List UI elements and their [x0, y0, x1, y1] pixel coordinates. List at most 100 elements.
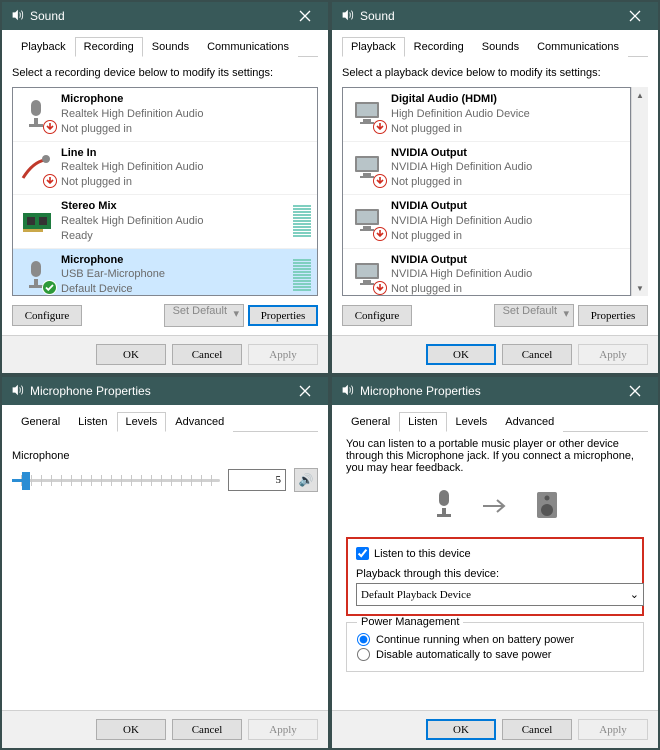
properties-button[interactable]: Properties	[578, 305, 648, 326]
tab-levels[interactable]: Levels	[117, 412, 167, 432]
set-default-dropdown[interactable]: Set Default	[494, 304, 574, 327]
mic-levels-window: Microphone PropertiesGeneralListenLevels…	[0, 375, 330, 750]
close-button[interactable]	[288, 377, 328, 405]
device-name: Digital Audio (HDMI)	[391, 92, 624, 107]
dialog-buttons: OKCancelApply	[332, 710, 658, 748]
tab-levels[interactable]: Levels	[447, 412, 497, 432]
device-item[interactable]: Line InRealtek High Definition AudioNot …	[13, 142, 317, 196]
cancel-button[interactable]: Cancel	[502, 719, 572, 740]
ok-button[interactable]: OK	[426, 719, 496, 740]
device-sub: High Definition Audio Device	[391, 107, 624, 122]
tab-advanced[interactable]: Advanced	[166, 412, 233, 432]
scroll-up[interactable]: ▲	[632, 87, 648, 103]
tab-row: PlaybackRecordingSoundsCommunications	[342, 36, 648, 57]
tab-row: PlaybackRecordingSoundsCommunications	[12, 36, 318, 57]
level-meter	[293, 205, 311, 237]
device-item[interactable]: NVIDIA OutputNVIDIA High Definition Audi…	[343, 195, 630, 249]
cancel-button[interactable]: Cancel	[172, 719, 242, 740]
tab-advanced[interactable]: Advanced	[496, 412, 563, 432]
volume-value[interactable]	[228, 469, 286, 491]
tab-row: GeneralListenLevelsAdvanced	[12, 411, 318, 432]
properties-button[interactable]: Properties	[248, 305, 318, 326]
device-item[interactable]: MicrophoneUSB Ear-MicrophoneDefault Devi…	[13, 249, 317, 296]
device-diagram	[346, 488, 644, 527]
device-item[interactable]: MicrophoneRealtek High Definition AudioN…	[13, 88, 317, 142]
arrow-icon	[481, 497, 511, 518]
device-sub: Realtek High Definition Audio	[61, 107, 311, 122]
device-item[interactable]: Stereo MixRealtek High Definition AudioR…	[13, 195, 317, 249]
device-item[interactable]: Digital Audio (HDMI)High Definition Audi…	[343, 88, 630, 142]
mute-button[interactable]: 🔊	[294, 468, 318, 492]
device-buttons: Configure Set DefaultProperties	[342, 296, 648, 335]
tab-sounds[interactable]: Sounds	[143, 37, 198, 57]
device-name: Stereo Mix	[61, 199, 293, 214]
device-item[interactable]: NVIDIA OutputNVIDIA High Definition Audi…	[343, 142, 630, 196]
mic-icon	[429, 488, 459, 527]
linein-icon	[19, 150, 55, 186]
volume-slider[interactable]	[12, 479, 220, 482]
ok-button[interactable]: OK	[426, 344, 496, 365]
set-default-dropdown[interactable]: Set Default	[164, 304, 244, 327]
slider-label: Microphone	[12, 450, 318, 462]
device-list: MicrophoneRealtek High Definition AudioN…	[12, 87, 318, 296]
tab-row: GeneralListenLevelsAdvanced	[342, 411, 648, 432]
speaker-icon	[10, 8, 30, 25]
device-name: NVIDIA Output	[391, 253, 624, 268]
playback-device-combo[interactable]: Default Playback Device⌄	[356, 583, 644, 606]
tab-recording[interactable]: Recording	[75, 37, 143, 57]
tab-sounds[interactable]: Sounds	[473, 37, 528, 57]
monitor-icon	[349, 203, 385, 239]
tab-recording[interactable]: Recording	[405, 37, 473, 57]
speaker-icon	[10, 383, 30, 400]
tab-playback[interactable]: Playback	[342, 37, 405, 57]
chevron-down-icon: ⌄	[630, 588, 639, 601]
pm-disable-radio[interactable]: Disable automatically to save power	[357, 648, 633, 661]
apply-button: Apply	[578, 344, 648, 365]
listen-checkbox[interactable]: Listen to this device	[356, 547, 634, 560]
device-sub: NVIDIA High Definition Audio	[391, 267, 624, 282]
tab-listen[interactable]: Listen	[69, 412, 116, 432]
device-status: Ready	[61, 229, 293, 244]
close-button[interactable]	[288, 2, 328, 30]
title-bar: Microphone Properties	[332, 377, 658, 405]
device-buttons: Configure Set DefaultProperties	[12, 296, 318, 335]
listen-description: You can listen to a portable music playe…	[346, 438, 644, 474]
device-item[interactable]: NVIDIA OutputNVIDIA High Definition Audi…	[343, 249, 630, 296]
tab-general[interactable]: General	[342, 412, 399, 432]
instruction-text: Select a playback device below to modify…	[342, 67, 648, 79]
close-button[interactable]	[618, 2, 658, 30]
monitor-icon	[349, 150, 385, 186]
dialog-buttons: OK Cancel Apply	[2, 335, 328, 373]
device-status: Default Device	[61, 282, 293, 296]
device-status: Not plugged in	[391, 282, 624, 296]
title-bar: Sound	[2, 2, 328, 30]
level-meter	[293, 259, 311, 291]
scroll-down[interactable]: ▼	[632, 280, 648, 296]
apply-button: Apply	[248, 719, 318, 740]
apply-button: Apply	[248, 344, 318, 365]
tab-communications[interactable]: Communications	[528, 37, 628, 57]
cancel-button[interactable]: Cancel	[172, 344, 242, 365]
device-status: Not plugged in	[391, 122, 624, 137]
card-icon	[19, 203, 55, 239]
tab-communications[interactable]: Communications	[198, 37, 298, 57]
scrollbar[interactable]: ▲▼	[631, 87, 648, 296]
close-button[interactable]	[618, 377, 658, 405]
device-sub: USB Ear-Microphone	[61, 267, 293, 282]
ok-button[interactable]: OK	[96, 719, 166, 740]
pm-continue-radio[interactable]: Continue running when on battery power	[357, 633, 633, 646]
device-status: Not plugged in	[391, 175, 624, 190]
title-bar: Sound	[332, 2, 658, 30]
ok-button[interactable]: OK	[96, 344, 166, 365]
instruction-text: Select a recording device below to modif…	[12, 67, 318, 79]
device-sub: Realtek High Definition Audio	[61, 214, 293, 229]
cancel-button[interactable]: Cancel	[502, 344, 572, 365]
tab-playback[interactable]: Playback	[12, 37, 75, 57]
tab-general[interactable]: General	[12, 412, 69, 432]
sound-playback-window: Sound PlaybackRecordingSoundsCommunicatio…	[330, 0, 660, 375]
configure-button[interactable]: Configure	[342, 305, 412, 326]
configure-button[interactable]: Configure	[12, 305, 82, 326]
device-status: Not plugged in	[61, 122, 311, 137]
device-status: Not plugged in	[391, 229, 624, 244]
tab-listen[interactable]: Listen	[399, 412, 446, 432]
